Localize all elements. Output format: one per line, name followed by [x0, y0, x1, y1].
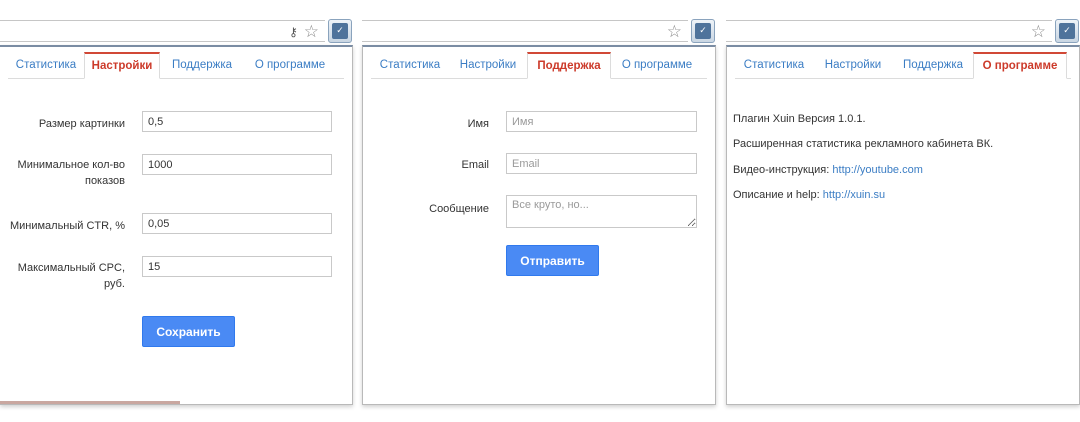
browser-toolbar: ☆ ✓: [726, 16, 1080, 45]
address-bar[interactable]: ☆: [362, 20, 688, 42]
video-line: Видео-инструкция: http://youtube.com: [733, 164, 923, 176]
max-cpc-label-line1: Максимальный CPC,: [17, 262, 125, 274]
tab-about[interactable]: О программе: [244, 52, 336, 79]
min-impressions-label-line2: показов: [84, 175, 125, 187]
version-text: Плагин Xuin Версия 1.0.1.: [733, 113, 866, 125]
key-icon[interactable]: ⚷: [289, 22, 298, 42]
tab-support[interactable]: Поддержка: [160, 52, 244, 79]
extension-button[interactable]: ✓: [328, 19, 352, 43]
min-ctr-label: Минимальный CTR, %: [9, 220, 125, 232]
extension-icon: ✓: [695, 23, 711, 39]
name-input[interactable]: [506, 111, 697, 132]
email-label: Email: [461, 159, 489, 171]
extension-icon: ✓: [1059, 23, 1075, 39]
scrollbar-strip: [0, 401, 180, 404]
browser-toolbar: ⚷ ☆ ✓: [0, 16, 353, 45]
min-impressions-label-line1: Минимальное кол-во: [17, 159, 125, 171]
tab-stats[interactable]: Статистика: [8, 52, 84, 79]
browser-toolbar: ☆ ✓: [362, 16, 716, 45]
max-cpc-label: Максимальный CPC, руб.: [0, 260, 125, 292]
tab-settings[interactable]: Настройки: [449, 52, 527, 79]
tab-support[interactable]: Поддержка: [527, 52, 611, 79]
tab-settings[interactable]: Настройки: [84, 52, 160, 79]
address-bar-icons: ⚷ ☆: [289, 21, 319, 43]
video-link[interactable]: http://youtube.com: [832, 164, 923, 176]
star-icon[interactable]: ☆: [1031, 22, 1046, 42]
save-button[interactable]: Сохранить: [142, 316, 235, 347]
max-cpc-label-line2: руб.: [104, 278, 125, 290]
message-input[interactable]: [506, 195, 697, 228]
extension-button[interactable]: ✓: [691, 19, 715, 43]
help-line: Описание и help: http://xuin.su: [733, 189, 885, 201]
help-label: Описание и help:: [733, 189, 820, 201]
tab-about[interactable]: О программе: [973, 52, 1067, 79]
extension-popup: Статистика Настройки Поддержка О програм…: [0, 45, 353, 405]
email-input[interactable]: [506, 153, 697, 174]
send-button[interactable]: Отправить: [506, 245, 599, 276]
star-icon[interactable]: ☆: [667, 22, 682, 42]
support-panel: ☆ ✓ Статистика Настройки Поддержка О про…: [362, 0, 716, 405]
description-text: Расширенная статистика рекламного кабине…: [733, 138, 994, 150]
address-bar-icons: ☆: [1031, 21, 1046, 43]
tab-bar: Статистика Настройки Поддержка О програм…: [8, 52, 344, 79]
tab-bar: Статистика Настройки Поддержка О програм…: [735, 52, 1071, 79]
tab-about[interactable]: О программе: [611, 52, 703, 79]
tab-support[interactable]: Поддержка: [893, 52, 973, 79]
about-panel: ☆ ✓ Статистика Настройки Поддержка О про…: [726, 0, 1080, 405]
address-bar[interactable]: ⚷ ☆: [0, 20, 325, 42]
min-ctr-input[interactable]: [142, 213, 332, 234]
tab-settings[interactable]: Настройки: [813, 52, 893, 79]
max-cpc-input[interactable]: [142, 256, 332, 277]
settings-panel: ⚷ ☆ ✓ Статистика Настройки Поддержка О п…: [0, 0, 353, 405]
tab-stats[interactable]: Статистика: [371, 52, 449, 79]
star-icon[interactable]: ☆: [304, 22, 319, 42]
tab-bar: Статистика Настройки Поддержка О програм…: [371, 52, 707, 79]
address-bar[interactable]: ☆: [726, 20, 1052, 42]
extension-button[interactable]: ✓: [1055, 19, 1079, 43]
help-link[interactable]: http://xuin.su: [823, 189, 885, 201]
image-size-input[interactable]: [142, 111, 332, 132]
extension-icon: ✓: [332, 23, 348, 39]
extension-popup: Статистика Настройки Поддержка О програм…: [726, 45, 1080, 405]
address-bar-icons: ☆: [667, 21, 682, 43]
min-impressions-input[interactable]: [142, 154, 332, 175]
min-impressions-label: Минимальное кол-во показов: [0, 157, 125, 189]
extension-popup: Статистика Настройки Поддержка О програм…: [362, 45, 716, 405]
tab-stats[interactable]: Статистика: [735, 52, 813, 79]
name-label: Имя: [467, 118, 489, 130]
message-label: Сообщение: [429, 203, 489, 215]
image-size-label: Размер картинки: [38, 118, 125, 130]
video-label: Видео-инструкция:: [733, 164, 830, 176]
